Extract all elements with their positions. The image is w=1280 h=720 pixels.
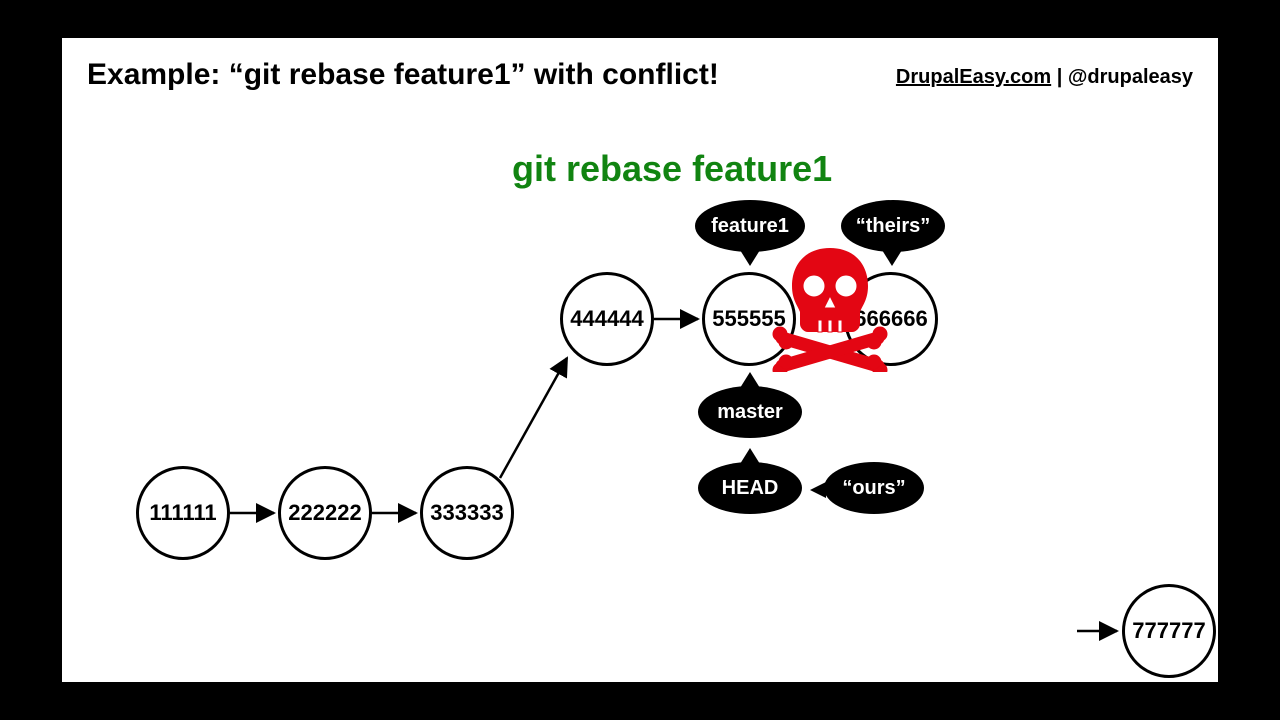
conflict-skull-icon bbox=[770, 242, 890, 372]
attribution-sep: | bbox=[1051, 66, 1068, 88]
commit-222222: 222222 bbox=[278, 466, 372, 560]
bubble-tail bbox=[740, 250, 760, 266]
rebase-command: git rebase feature1 bbox=[512, 148, 832, 190]
label-ours: “ours” bbox=[824, 462, 924, 514]
attribution-handle: @drupaleasy bbox=[1068, 66, 1193, 88]
bubble-tail bbox=[810, 482, 826, 498]
commit-777777: 777777 bbox=[1122, 584, 1216, 678]
bubble-tail bbox=[882, 250, 902, 266]
arrows-layer bbox=[62, 38, 1218, 682]
attribution: DrupalEasy.com | @drupaleasy bbox=[896, 66, 1193, 89]
attribution-link[interactable]: DrupalEasy.com bbox=[896, 66, 1051, 88]
branch-label-feature1: feature1 bbox=[695, 200, 805, 252]
commit-111111: 111111 bbox=[136, 466, 230, 560]
commit-444444: 444444 bbox=[560, 272, 654, 366]
commit-333333: 333333 bbox=[420, 466, 514, 560]
label-theirs: “theirs” bbox=[841, 200, 945, 252]
branch-label-master: master bbox=[698, 386, 802, 438]
slide-title: Example: “git rebase feature1” with conf… bbox=[87, 58, 719, 92]
label-head: HEAD bbox=[698, 462, 802, 514]
